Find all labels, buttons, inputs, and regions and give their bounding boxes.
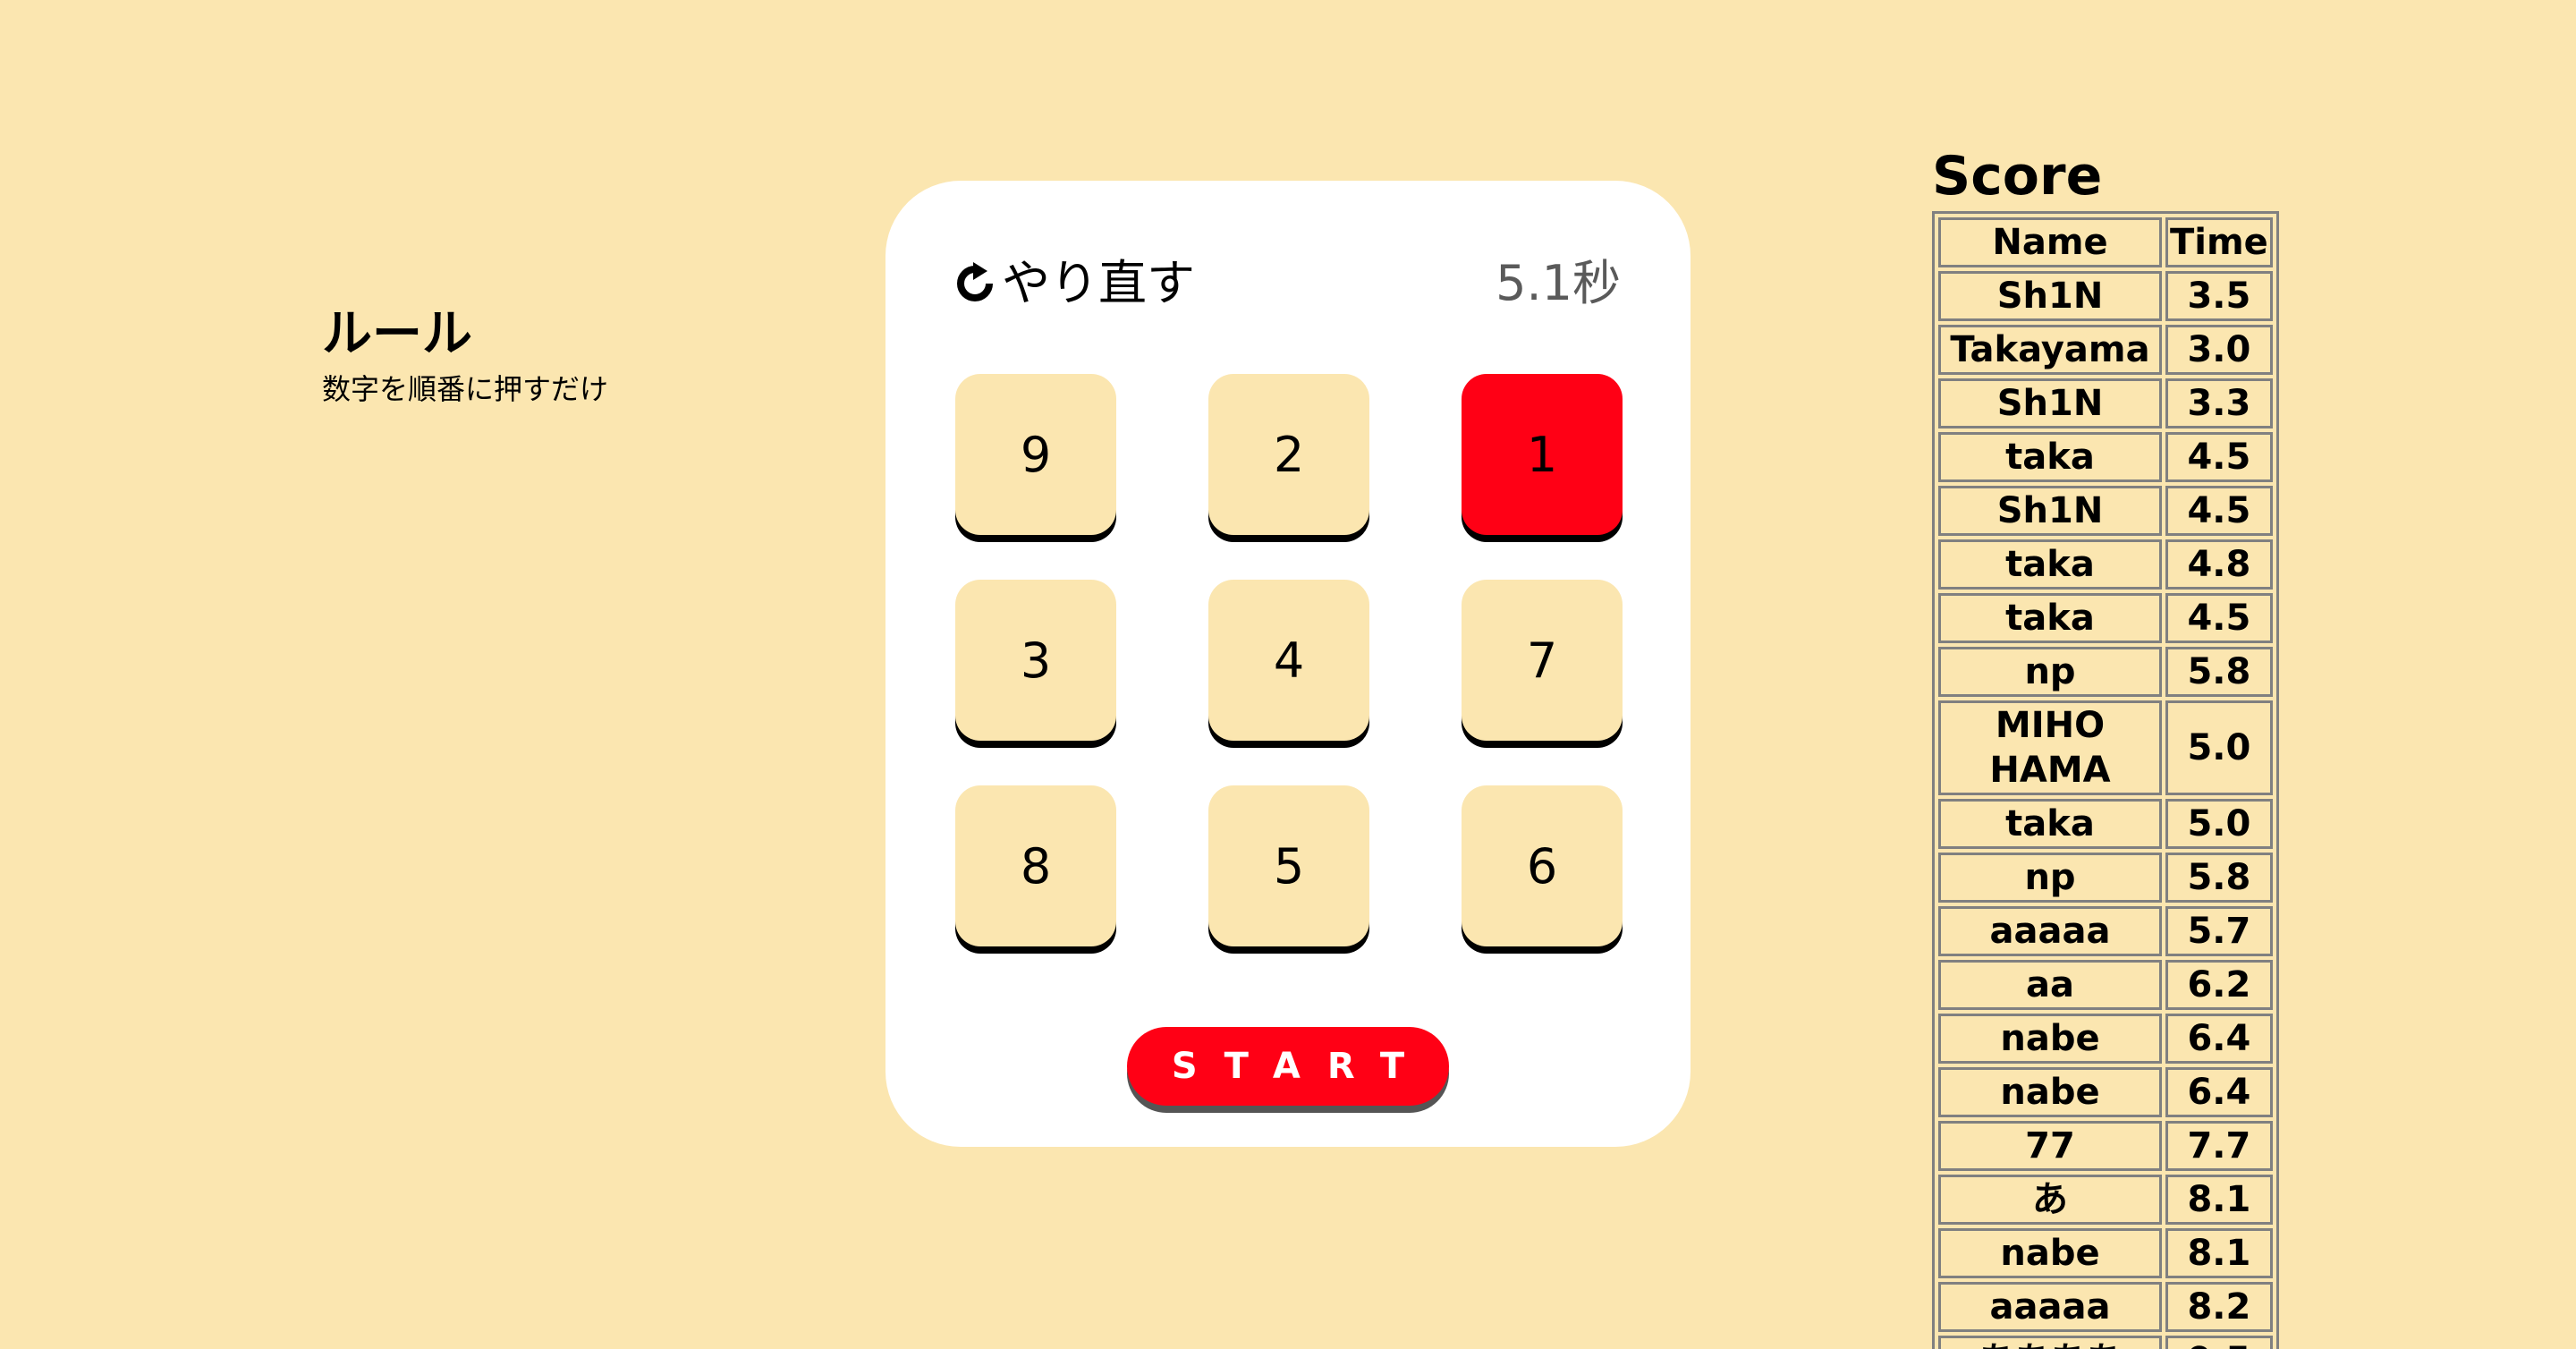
score-row: aaaaa 8.2 xyxy=(1938,1282,2273,1332)
score-name-cell: np xyxy=(1938,647,2162,697)
score-time-cell: 5.8 xyxy=(2165,647,2273,697)
timer-display: 5.1秒 xyxy=(1496,255,1621,311)
score-name-cell: taka xyxy=(1938,432,2162,482)
score-name-cell: aaaaa xyxy=(1938,906,2162,956)
score-time-cell: 9.5 xyxy=(2165,1336,2273,1349)
score-row: nabe 6.4 xyxy=(1938,1014,2273,1064)
score-rows: Sh1N 3.5 Takayama 3.0 Sh1N 3.3 taka 4.5 Sh1N 4.5 t… xyxy=(1938,271,2273,1349)
score-time-cell: 3.3 xyxy=(2165,378,2273,428)
score-row: あ 8.1 xyxy=(1938,1175,2273,1225)
score-row: Sh1N 3.5 xyxy=(1938,271,2273,321)
score-row: np 5.8 xyxy=(1938,853,2273,903)
score-row: taka 4.5 xyxy=(1938,593,2273,643)
score-row: Sh1N 3.3 xyxy=(1938,378,2273,428)
number-tile[interactable]: 8 xyxy=(955,785,1116,946)
score-time-cell: 3.5 xyxy=(2165,271,2273,321)
score-name-cell: MIHO HAMA xyxy=(1938,700,2162,795)
score-name-cell: Sh1N xyxy=(1938,486,2162,536)
score-time-cell: 6.2 xyxy=(2165,960,2273,1010)
score-row: taka 5.0 xyxy=(1938,799,2273,849)
time-column-header: Time xyxy=(2165,217,2273,267)
score-row: MIHO HAMA 5.0 xyxy=(1938,700,2273,795)
rules-text: 数字を順番に押すだけ xyxy=(322,372,609,407)
retry-label: やり直す xyxy=(1002,255,1195,311)
score-time-cell: 4.5 xyxy=(2165,486,2273,536)
score-time-cell: 5.8 xyxy=(2165,853,2273,903)
score-name-cell: aa xyxy=(1938,960,2162,1010)
retry-button[interactable]: やり直す xyxy=(953,252,1195,315)
score-row: aa 6.2 xyxy=(1938,960,2273,1010)
score-time-cell: 5.0 xyxy=(2165,799,2273,849)
score-row: np 5.8 xyxy=(1938,647,2273,697)
score-name-cell: Sh1N xyxy=(1938,271,2162,321)
score-name-cell: taka xyxy=(1938,593,2162,643)
score-time-cell: 5.0 xyxy=(2165,700,2273,795)
score-time-cell: 8.1 xyxy=(2165,1175,2273,1225)
score-name-cell: nabe xyxy=(1938,1228,2162,1278)
score-time-cell: 8.2 xyxy=(2165,1282,2273,1332)
score-row: Sh1N 4.5 xyxy=(1938,486,2273,536)
number-tile[interactable]: 6 xyxy=(1462,785,1623,946)
score-title: Score xyxy=(1932,145,2103,208)
score-time-cell: 5.7 xyxy=(2165,906,2273,956)
number-grid: 9 2 1 3 4 7 8 5 6 xyxy=(955,374,1623,955)
rules-title: ルール xyxy=(322,305,472,363)
scoreboard: Score Name Time Sh1N 3.5 Takayama 3.0 Sh1N 3.… xyxy=(1932,141,2279,1349)
game-header: やり直す 5.1秒 xyxy=(953,252,1621,315)
score-time-cell: 7.7 xyxy=(2165,1121,2273,1171)
score-name-cell: taka xyxy=(1938,799,2162,849)
page: ルール 数字を順番に押すだけ やり直す 5.1秒 9 2 1 3 4 7 8 5… xyxy=(0,0,2576,1349)
start-button[interactable]: START xyxy=(1127,1027,1449,1106)
score-time-cell: 6.4 xyxy=(2165,1067,2273,1117)
score-time-cell: 3.0 xyxy=(2165,325,2273,375)
score-row: aaaaa 5.7 xyxy=(1938,906,2273,956)
score-table: Name Time Sh1N 3.5 Takayama 3.0 Sh1N 3.3 taka 4… xyxy=(1932,211,2279,1349)
score-row: 77 7.7 xyxy=(1938,1121,2273,1171)
score-time-cell: 8.1 xyxy=(2165,1228,2273,1278)
number-tile[interactable]: 2 xyxy=(1208,374,1369,535)
rules-section: ルール 数字を順番に押すだけ xyxy=(322,304,608,409)
score-name-cell: nabe xyxy=(1938,1067,2162,1117)
score-time-cell: 4.5 xyxy=(2165,593,2273,643)
score-name-cell: nabe xyxy=(1938,1014,2162,1064)
number-tile-active[interactable]: 1 xyxy=(1462,374,1623,535)
number-tile[interactable]: 3 xyxy=(955,580,1116,741)
score-name-cell: np xyxy=(1938,853,2162,903)
refresh-icon xyxy=(957,262,993,301)
score-name-cell: ああああ xyxy=(1938,1336,2162,1349)
score-name-cell: Takayama xyxy=(1938,325,2162,375)
score-header-row: Name Time xyxy=(1938,217,2273,267)
number-tile[interactable]: 5 xyxy=(1208,785,1369,946)
game-card: やり直す 5.1秒 9 2 1 3 4 7 8 5 6 START xyxy=(886,181,1690,1147)
score-name-cell: Sh1N xyxy=(1938,378,2162,428)
score-row: Takayama 3.0 xyxy=(1938,325,2273,375)
number-tile[interactable]: 7 xyxy=(1462,580,1623,741)
score-row: ああああ9.5 xyxy=(1938,1336,2273,1349)
score-time-cell: 6.4 xyxy=(2165,1014,2273,1064)
score-name-cell: taka xyxy=(1938,539,2162,590)
score-name-cell: あ xyxy=(1938,1175,2162,1225)
score-name-cell: aaaaa xyxy=(1938,1282,2162,1332)
score-row: taka 4.5 xyxy=(1938,432,2273,482)
number-tile[interactable]: 9 xyxy=(955,374,1116,535)
score-row: nabe 8.1 xyxy=(1938,1228,2273,1278)
score-time-cell: 4.5 xyxy=(2165,432,2273,482)
score-row: nabe 6.4 xyxy=(1938,1067,2273,1117)
name-column-header: Name xyxy=(1938,217,2162,267)
score-name-cell: 77 xyxy=(1938,1121,2162,1171)
score-row: taka 4.8 xyxy=(1938,539,2273,590)
score-time-cell: 4.8 xyxy=(2165,539,2273,590)
number-tile[interactable]: 4 xyxy=(1208,580,1369,741)
